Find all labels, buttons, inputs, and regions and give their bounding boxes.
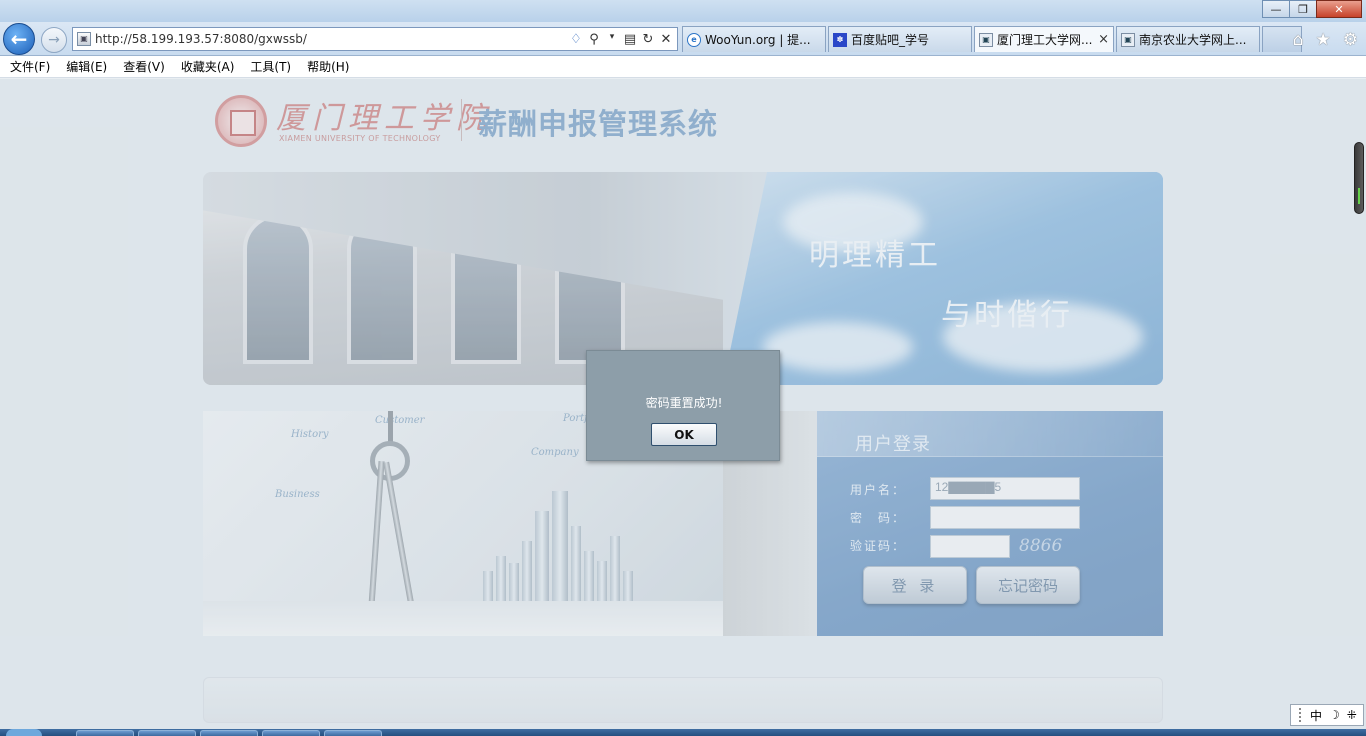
forward-button[interactable]: → xyxy=(41,27,67,53)
refresh-icon[interactable]: ↻ xyxy=(641,32,655,47)
browser-right-icons: ⌂ ★ ⚙ xyxy=(1293,30,1358,50)
tab-xmut[interactable]: ▣ 厦门理工大学网... × xyxy=(974,26,1114,52)
taskbar-item[interactable] xyxy=(200,730,258,736)
menu-help[interactable]: 帮助(H) xyxy=(307,58,349,75)
taskbar-item[interactable] xyxy=(138,730,196,736)
page-favicon-icon: ▣ xyxy=(77,32,91,46)
ie-icon: e xyxy=(687,32,701,47)
taskbar xyxy=(0,729,1366,736)
menu-file[interactable]: 文件(F) xyxy=(10,58,50,75)
window-controls: — ❐ ✕ xyxy=(1262,0,1362,18)
stop-icon[interactable]: ✕ xyxy=(659,32,673,47)
start-orb-icon[interactable] xyxy=(6,729,42,736)
home-icon[interactable]: ⌂ xyxy=(1293,30,1304,50)
shield-icon[interactable]: ♢ xyxy=(569,32,583,47)
ime-toolbar: 中 ☽ ⁜ xyxy=(1290,704,1364,726)
page-icon: ▣ xyxy=(979,32,993,47)
search-icon[interactable]: ⚲ xyxy=(587,32,601,47)
favorites-star-icon[interactable]: ★ xyxy=(1316,30,1331,50)
alert-dialog: 密码重置成功! OK xyxy=(586,350,780,461)
close-window-button[interactable]: ✕ xyxy=(1316,0,1362,18)
tab-label: 南京农业大学网上... xyxy=(1139,33,1247,47)
compat-view-icon[interactable]: ▤ xyxy=(623,32,637,47)
ime-grip-icon[interactable] xyxy=(1299,708,1303,722)
menu-view[interactable]: 查看(V) xyxy=(123,58,165,75)
gear-icon[interactable]: ⚙ xyxy=(1343,30,1358,50)
ime-moon-icon[interactable]: ☽ xyxy=(1329,708,1340,722)
tab-label: 厦门理工大学网... xyxy=(997,33,1093,47)
tab-strip: e WooYun.org | 提... ✽ 百度贴吧_学号 ▣ 厦门理工大学网.… xyxy=(682,26,1302,52)
ime-punct-icon[interactable]: ⁜ xyxy=(1347,708,1357,722)
menu-bar: 文件(F) 编辑(E) 查看(V) 收藏夹(A) 工具(T) 帮助(H) xyxy=(0,56,1366,78)
forward-arrow-icon: → xyxy=(48,32,60,48)
tab-baidu-tieba[interactable]: ✽ 百度贴吧_学号 xyxy=(828,26,972,52)
taskbar-item[interactable] xyxy=(324,730,382,736)
ime-mode[interactable]: 中 xyxy=(1310,707,1322,724)
taskbar-item[interactable] xyxy=(76,730,134,736)
navigation-bar: ← → ▣ http://58.199.193.57:8080/gxwssb/ … xyxy=(0,22,1366,56)
menu-favorites[interactable]: 收藏夹(A) xyxy=(181,58,235,75)
page-icon: ▣ xyxy=(1121,32,1135,47)
address-bar[interactable]: ▣ http://58.199.193.57:8080/gxwssb/ ♢ ⚲ … xyxy=(72,27,678,51)
tab-wooyun[interactable]: e WooYun.org | 提... xyxy=(682,26,826,52)
menu-edit[interactable]: 编辑(E) xyxy=(66,58,107,75)
address-tools: ♢ ⚲ ▾ ▤ ↻ ✕ xyxy=(569,32,677,47)
baidu-paw-icon: ✽ xyxy=(833,32,847,47)
back-button[interactable]: ← xyxy=(3,23,35,55)
dropdown-icon[interactable]: ▾ xyxy=(605,32,619,47)
taskbar-item[interactable] xyxy=(262,730,320,736)
address-url[interactable]: http://58.199.193.57:8080/gxwssb/ xyxy=(95,32,569,46)
page-content: 厦门理工学院 XIAMEN UNIVERSITY OF TECHNOLOGY 薪… xyxy=(0,79,1366,729)
tab-njau[interactable]: ▣ 南京农业大学网上... xyxy=(1116,26,1260,52)
minimize-button[interactable]: — xyxy=(1262,0,1290,18)
alert-message: 密码重置成功! xyxy=(645,396,723,410)
tab-label: WooYun.org | 提... xyxy=(705,33,811,47)
scrollbar-thumb[interactable] xyxy=(1354,142,1364,214)
tab-label: 百度贴吧_学号 xyxy=(851,33,930,47)
ok-button[interactable]: OK xyxy=(651,423,717,446)
back-arrow-icon: ← xyxy=(10,27,28,51)
menu-tools[interactable]: 工具(T) xyxy=(250,58,291,75)
maximize-button[interactable]: ❐ xyxy=(1289,0,1317,18)
tab-close-icon[interactable]: × xyxy=(1098,32,1109,47)
window-title-bar: — ❐ ✕ xyxy=(0,0,1366,22)
